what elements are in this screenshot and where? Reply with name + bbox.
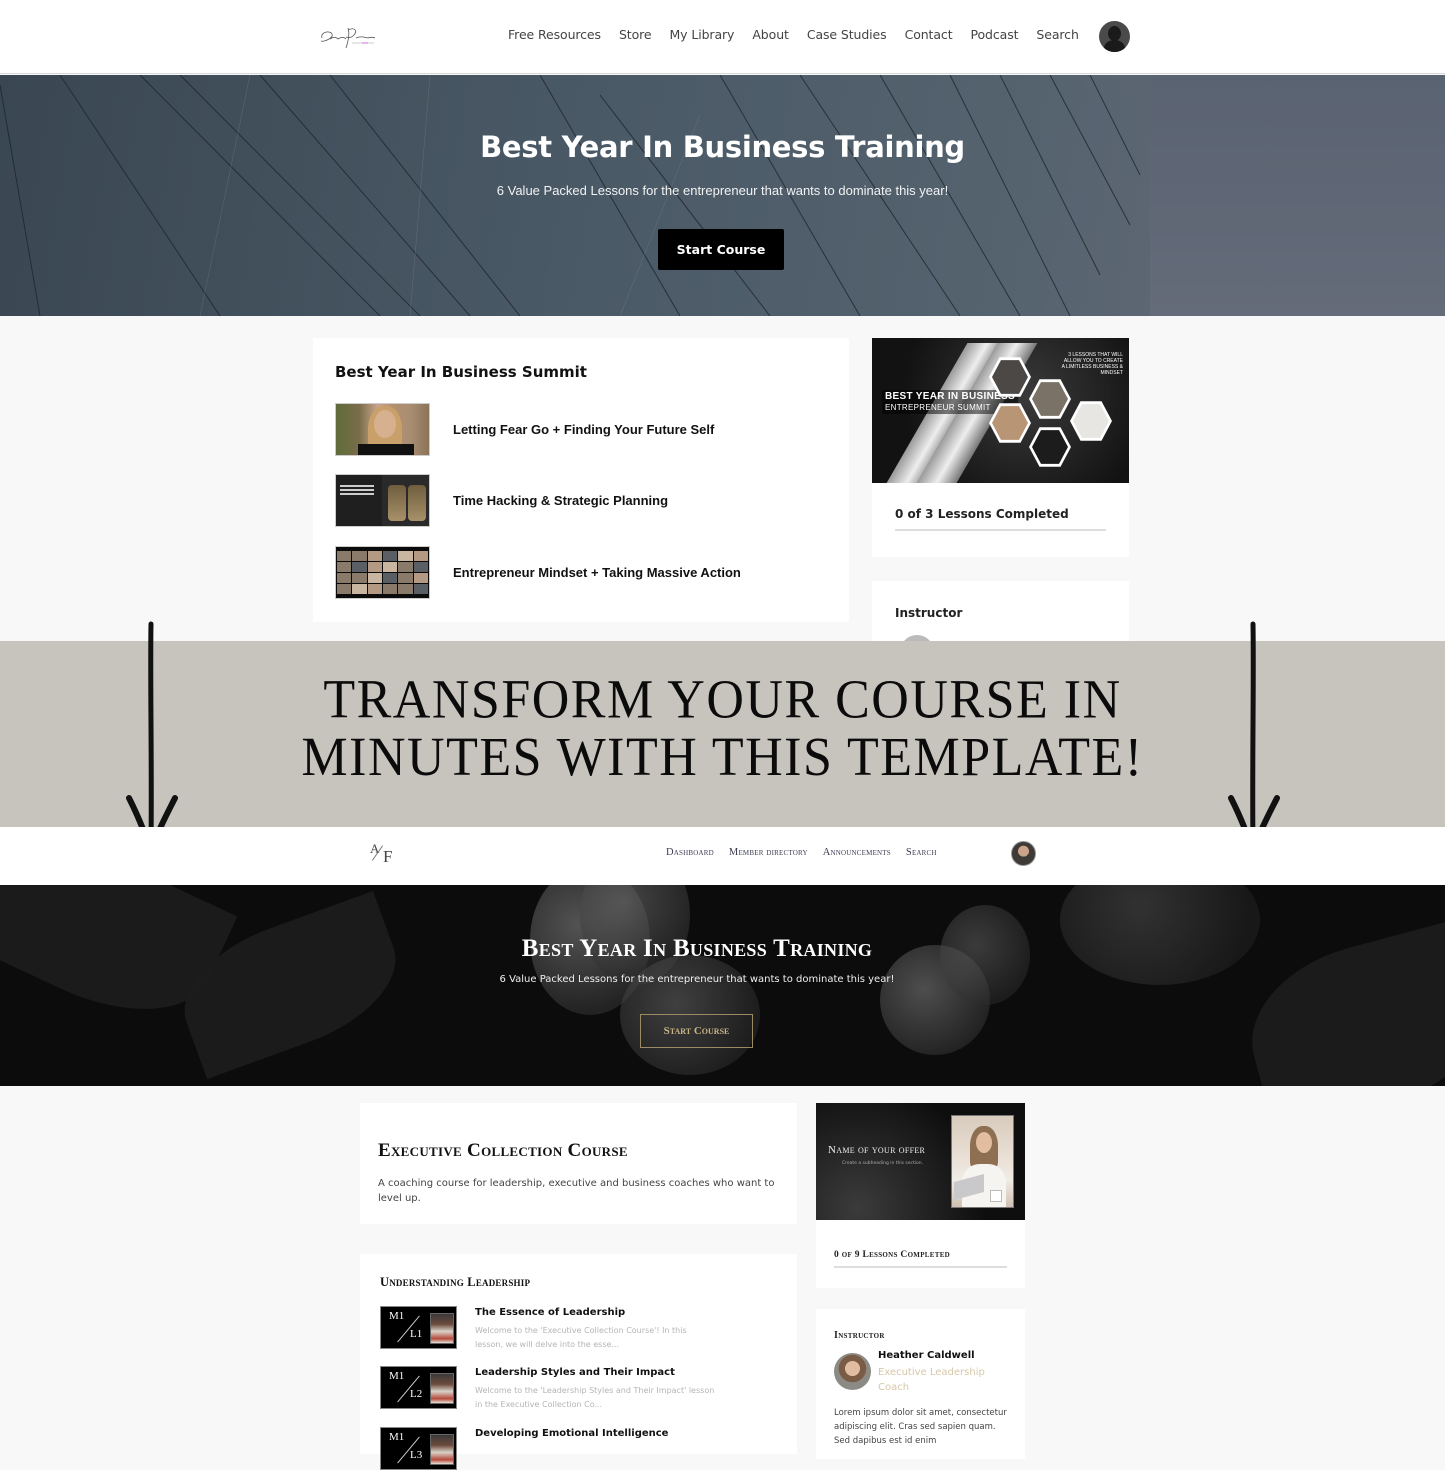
lesson-item[interactable]: Letting Fear Go + Finding Your Future Se… <box>335 403 714 456</box>
lesson-thumbnail[interactable]: M1 L1 <box>380 1306 457 1349</box>
progress-bar <box>834 1266 1007 1268</box>
instructor-heading: Instructor <box>895 606 963 620</box>
progress-label: 0 of 3 Lessons Completed <box>895 507 1069 521</box>
thumb-photo <box>430 1313 454 1344</box>
nav-search[interactable]: Search <box>1036 27 1078 42</box>
nav-case-studies[interactable]: Case Studies <box>807 27 887 42</box>
thumb-dress <box>358 444 414 455</box>
cover-corner-text: 3 LESSONS THAT WILL ALLOW YOU TO CREATE … <box>1061 352 1123 376</box>
thumb-jar <box>408 485 426 521</box>
course-progress-card: BEST YEAR IN BUSINESS ENTREPRENEUR SUMMI… <box>872 338 1129 557</box>
photo-mug <box>990 1190 1002 1202</box>
avatar-silhouette-body <box>1104 40 1125 52</box>
module-number: M1 <box>389 1431 405 1443</box>
instructor-card: Instructor Heather Caldwell Executive Le… <box>816 1309 1025 1459</box>
hex-photo <box>1029 427 1071 467</box>
offer-name: Name of your offer <box>828 1144 926 1156</box>
course-cover-image: BEST YEAR IN BUSINESS ENTREPRENEUR SUMMI… <box>872 338 1129 483</box>
lesson-thumbnail[interactable] <box>335 546 430 599</box>
bottom-site-navbar: A F Dashboard Member Directory Announcem… <box>0 827 1445 885</box>
course-lessons-card: Best Year In Business Summit Letting Fea… <box>313 338 849 622</box>
module-number: M1 <box>389 1310 405 1322</box>
module-title: Understanding Leadership <box>380 1275 531 1289</box>
module-number: M1 <box>389 1370 405 1382</box>
course-header-card: Executive Collection Course A coaching c… <box>360 1103 797 1224</box>
instructor-name: Heather Caldwell <box>878 1350 975 1361</box>
lesson-item[interactable]: Time Hacking & Strategic Planning <box>335 474 668 527</box>
instructor-bio: Lorem ipsum dolor sit amet, consectetur … <box>834 1408 1007 1446</box>
course-title: Executive Collection Course <box>378 1140 628 1161</box>
nav-search[interactable]: Search <box>906 847 937 858</box>
hero-title: Best Year In Business Training <box>480 130 965 164</box>
hero-subtitle: 6 Value Packed Lessons for the entrepren… <box>499 974 895 985</box>
instructor-role: Executive Leadership Coach <box>878 1367 985 1393</box>
user-avatar[interactable] <box>1099 21 1130 52</box>
hero-banner-bottom: Best Year In Business Training 6 Value P… <box>0 885 1445 1086</box>
nav-dashboard[interactable]: Dashboard <box>666 847 714 858</box>
nav-podcast[interactable]: Podcast <box>971 27 1019 42</box>
hero-banner-top: Best Year In Business Training 6 Value P… <box>0 75 1445 316</box>
hero-title: Best Year In Business Training <box>521 935 873 962</box>
signature-logo[interactable] <box>318 24 376 50</box>
top-nav-links: Free Resources Store My Library About Ca… <box>508 27 1079 42</box>
lesson-excerpt: Welcome to the 'Executive Collection Cou… <box>475 1326 687 1349</box>
lesson-thumbnail[interactable] <box>335 474 430 527</box>
lesson-excerpt: Welcome to the 'Leadership Styles and Th… <box>475 1386 715 1409</box>
progress-label: 0 of 9 Lessons Completed <box>834 1250 951 1260</box>
nav-announcements[interactable]: Announcements <box>823 847 891 858</box>
arrow-down-icon <box>126 621 178 857</box>
nav-contact[interactable]: Contact <box>905 27 953 42</box>
hex-photo <box>1029 379 1071 419</box>
lesson-number: L3 <box>410 1449 423 1461</box>
lesson-thumbnail[interactable] <box>335 403 430 456</box>
photo-face <box>976 1132 992 1153</box>
lesson-thumbnail[interactable]: M1 L3 <box>380 1427 457 1470</box>
offer-subheading: Create a subheading in this section. <box>842 1161 924 1166</box>
thumb-slide-panel <box>336 475 382 526</box>
hero-subtitle: 6 Value Packed Lessons for the entrepren… <box>496 183 949 198</box>
lesson-title[interactable]: Entrepreneur Mindset + Taking Massive Ac… <box>453 565 741 580</box>
thumb-photo <box>430 1434 454 1465</box>
lesson-title[interactable]: Letting Fear Go + Finding Your Future Se… <box>453 422 714 437</box>
instructor-avatar <box>834 1353 871 1390</box>
logo-letter-f: F <box>383 847 393 866</box>
offer-photo <box>951 1115 1014 1208</box>
nav-member-directory[interactable]: Member Directory <box>729 847 808 858</box>
lesson-thumbnail[interactable]: M1 L2 <box>380 1366 457 1409</box>
nav-free-resources[interactable]: Free Resources <box>508 27 601 42</box>
lesson-title[interactable]: Developing Emotional Intelligence <box>475 1428 668 1439</box>
nav-about[interactable]: About <box>752 27 789 42</box>
lesson-title[interactable]: The Essence of Leadership <box>475 1307 625 1318</box>
cover-title-line1: BEST YEAR IN BUSINESS <box>885 391 1016 402</box>
course-progress-card: Name of your offer Create a subheading i… <box>816 1103 1025 1288</box>
user-avatar[interactable] <box>1011 841 1036 866</box>
arrow-down-icon <box>1228 621 1280 857</box>
instructor-heading: Instructor <box>834 1330 885 1341</box>
thumb-slide-text <box>340 485 374 487</box>
thumb-face <box>374 410 396 438</box>
lesson-number: L1 <box>410 1328 423 1340</box>
start-course-button[interactable]: Start Course <box>640 1014 753 1048</box>
nav-my-library[interactable]: My Library <box>669 27 734 42</box>
thumb-photo <box>430 1373 454 1404</box>
module-card: Understanding Leadership M1 L1 The Essen… <box>360 1254 797 1470</box>
nav-store[interactable]: Store <box>619 27 652 42</box>
lesson-title[interactable]: Leadership Styles and Their Impact <box>475 1367 675 1378</box>
lesson-title[interactable]: Time Hacking & Strategic Planning <box>453 493 668 508</box>
bottom-nav-links: Dashboard Member Directory Announcements… <box>666 847 937 858</box>
course-description: A coaching course for leadership, execut… <box>378 1178 775 1204</box>
lesson-number: L2 <box>410 1388 423 1400</box>
progress-bar <box>895 529 1106 531</box>
course-title: Best Year In Business Summit <box>335 363 587 381</box>
lesson-item[interactable]: Entrepreneur Mindset + Taking Massive Ac… <box>335 546 741 599</box>
start-course-button[interactable]: Start Course <box>658 229 784 270</box>
thumb-jar <box>388 485 406 521</box>
avatar-silhouette-icon <box>1108 26 1121 41</box>
top-site-navbar: Free Resources Store My Library About Ca… <box>0 0 1445 74</box>
offer-cover-image: Name of your offer Create a subheading i… <box>816 1103 1025 1220</box>
hex-photo <box>1070 401 1112 441</box>
